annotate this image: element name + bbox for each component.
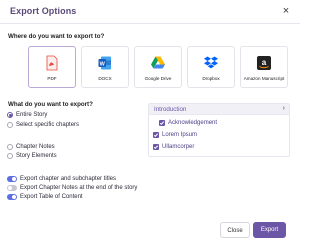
radio-story-elements[interactable]: Story Elements bbox=[7, 153, 57, 159]
radio-chapter-notes[interactable]: Chapter Notes bbox=[7, 144, 55, 150]
destination-label: Dropbox bbox=[202, 76, 220, 81]
chapter-group-header[interactable]: Introduction › bbox=[149, 104, 289, 115]
destination-label: PDF bbox=[47, 76, 57, 81]
radio-label: Chapter Notes bbox=[16, 144, 55, 150]
radio-select-chapters[interactable]: Select specific chapters bbox=[7, 122, 79, 128]
radio-label: Entire Story bbox=[16, 112, 48, 118]
destination-dropbox[interactable]: Dropbox bbox=[187, 46, 235, 88]
dialog-title: Export Options bbox=[10, 6, 77, 16]
close-icon[interactable]: × bbox=[280, 5, 292, 17]
destination-docx[interactable]: W DOCX bbox=[81, 46, 129, 88]
toggle-switch[interactable] bbox=[7, 185, 17, 191]
toggle-export-chapter-notes[interactable]: Export Chapter Notes at the end of the s… bbox=[7, 185, 137, 191]
toggle-label: Export Chapter Notes at the end of the s… bbox=[20, 185, 138, 191]
radio-label: Story Elements bbox=[16, 153, 57, 159]
dialog-header: Export Options × bbox=[0, 0, 300, 24]
checkbox[interactable] bbox=[153, 144, 159, 150]
toggle-label: Export chapter and subchapter titles bbox=[20, 176, 117, 182]
close-button[interactable]: Close bbox=[220, 222, 250, 238]
export-button[interactable]: Export bbox=[253, 222, 286, 238]
destination-label: DOCX bbox=[98, 76, 112, 81]
pdf-icon bbox=[46, 55, 58, 71]
chapter-item-acknowledgement[interactable]: Acknowledgement bbox=[159, 120, 217, 126]
destination-options: PDF W DOCX Google Drive Dropbox a Amazon… bbox=[28, 46, 288, 88]
export-options-dialog: Export Options × Where do you want to ex… bbox=[0, 0, 300, 252]
chevron-right-icon[interactable]: › bbox=[283, 105, 285, 112]
toggle-switch[interactable] bbox=[7, 176, 17, 182]
chapter-group-title: Introduction bbox=[154, 106, 187, 113]
docx-icon: W bbox=[98, 56, 111, 70]
chapter-selection-panel: Introduction › Acknowledgement Lorem Ips… bbox=[148, 103, 290, 157]
radio-button[interactable] bbox=[7, 122, 13, 128]
radio-entire-story[interactable]: Entire Story bbox=[7, 112, 47, 118]
dropbox-icon bbox=[204, 56, 218, 69]
radio-button[interactable] bbox=[7, 153, 13, 159]
chapter-item-ullamcorper[interactable]: Ullamcorper bbox=[153, 144, 194, 150]
toggle-switch[interactable] bbox=[7, 194, 17, 200]
amazon-icon: a bbox=[257, 56, 271, 70]
chapter-item-label: Lorem Ipsum bbox=[162, 132, 198, 138]
destination-label: Amazon Manuscript bbox=[243, 76, 285, 81]
content-question: What do you want to export? bbox=[8, 101, 93, 108]
radio-button[interactable] bbox=[7, 144, 13, 150]
destination-pdf[interactable]: PDF bbox=[28, 46, 76, 88]
google-drive-icon bbox=[151, 56, 165, 69]
checkbox[interactable] bbox=[153, 132, 159, 138]
svg-text:W: W bbox=[100, 61, 106, 67]
toggle-label: Export Table of Content bbox=[20, 194, 83, 200]
chapter-item-label: Ullamcorper bbox=[162, 144, 195, 150]
destination-label: Google Drive bbox=[144, 76, 172, 81]
chapter-item-lorem-ipsum[interactable]: Lorem Ipsum bbox=[153, 132, 197, 138]
chapter-item-label: Acknowledgement bbox=[168, 120, 218, 126]
radio-button[interactable] bbox=[7, 112, 13, 118]
toggle-export-toc[interactable]: Export Table of Content bbox=[7, 194, 83, 200]
svg-text:a: a bbox=[262, 58, 267, 67]
destination-google-drive[interactable]: Google Drive bbox=[134, 46, 182, 88]
toggle-export-titles[interactable]: Export chapter and subchapter titles bbox=[7, 176, 116, 182]
destination-amazon-manuscript[interactable]: a Amazon Manuscript bbox=[240, 46, 288, 88]
radio-label: Select specific chapters bbox=[16, 122, 80, 128]
checkbox[interactable] bbox=[159, 120, 165, 126]
destination-question: Where do you want to export to? bbox=[8, 33, 105, 40]
